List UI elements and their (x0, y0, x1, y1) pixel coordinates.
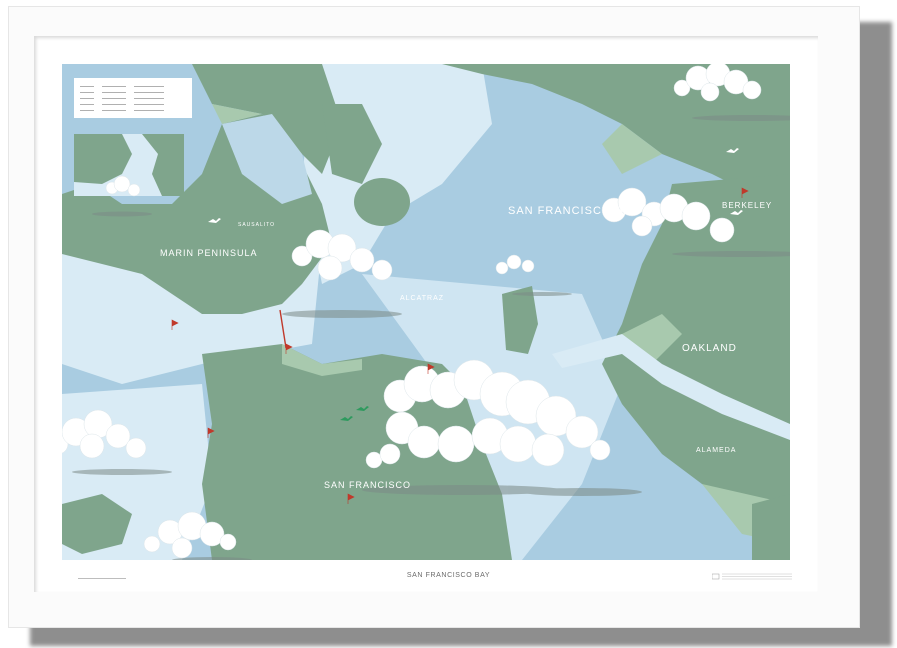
chart-map: SAN FRANCISCO BAY MARIN PENINSULA SAN FR… (62, 64, 790, 560)
label-oakland: OAKLAND (682, 343, 737, 354)
label-alameda: ALAMEDA (696, 447, 736, 454)
label-sf-bay: SAN FRANCISCO BAY (508, 205, 640, 217)
alameda-land (752, 494, 790, 560)
signature-line (78, 578, 126, 579)
angel-island (354, 178, 410, 226)
label-marin: MARIN PENINSULA (160, 248, 258, 258)
label-sausalito: SAUSALITO (238, 222, 275, 228)
label-alcatraz: ALCATRAZ (400, 295, 444, 302)
label-berkeley: BERKELEY (722, 201, 772, 210)
scale-bar (712, 573, 792, 580)
label-san-francisco: SAN FRANCISCO (324, 480, 411, 490)
